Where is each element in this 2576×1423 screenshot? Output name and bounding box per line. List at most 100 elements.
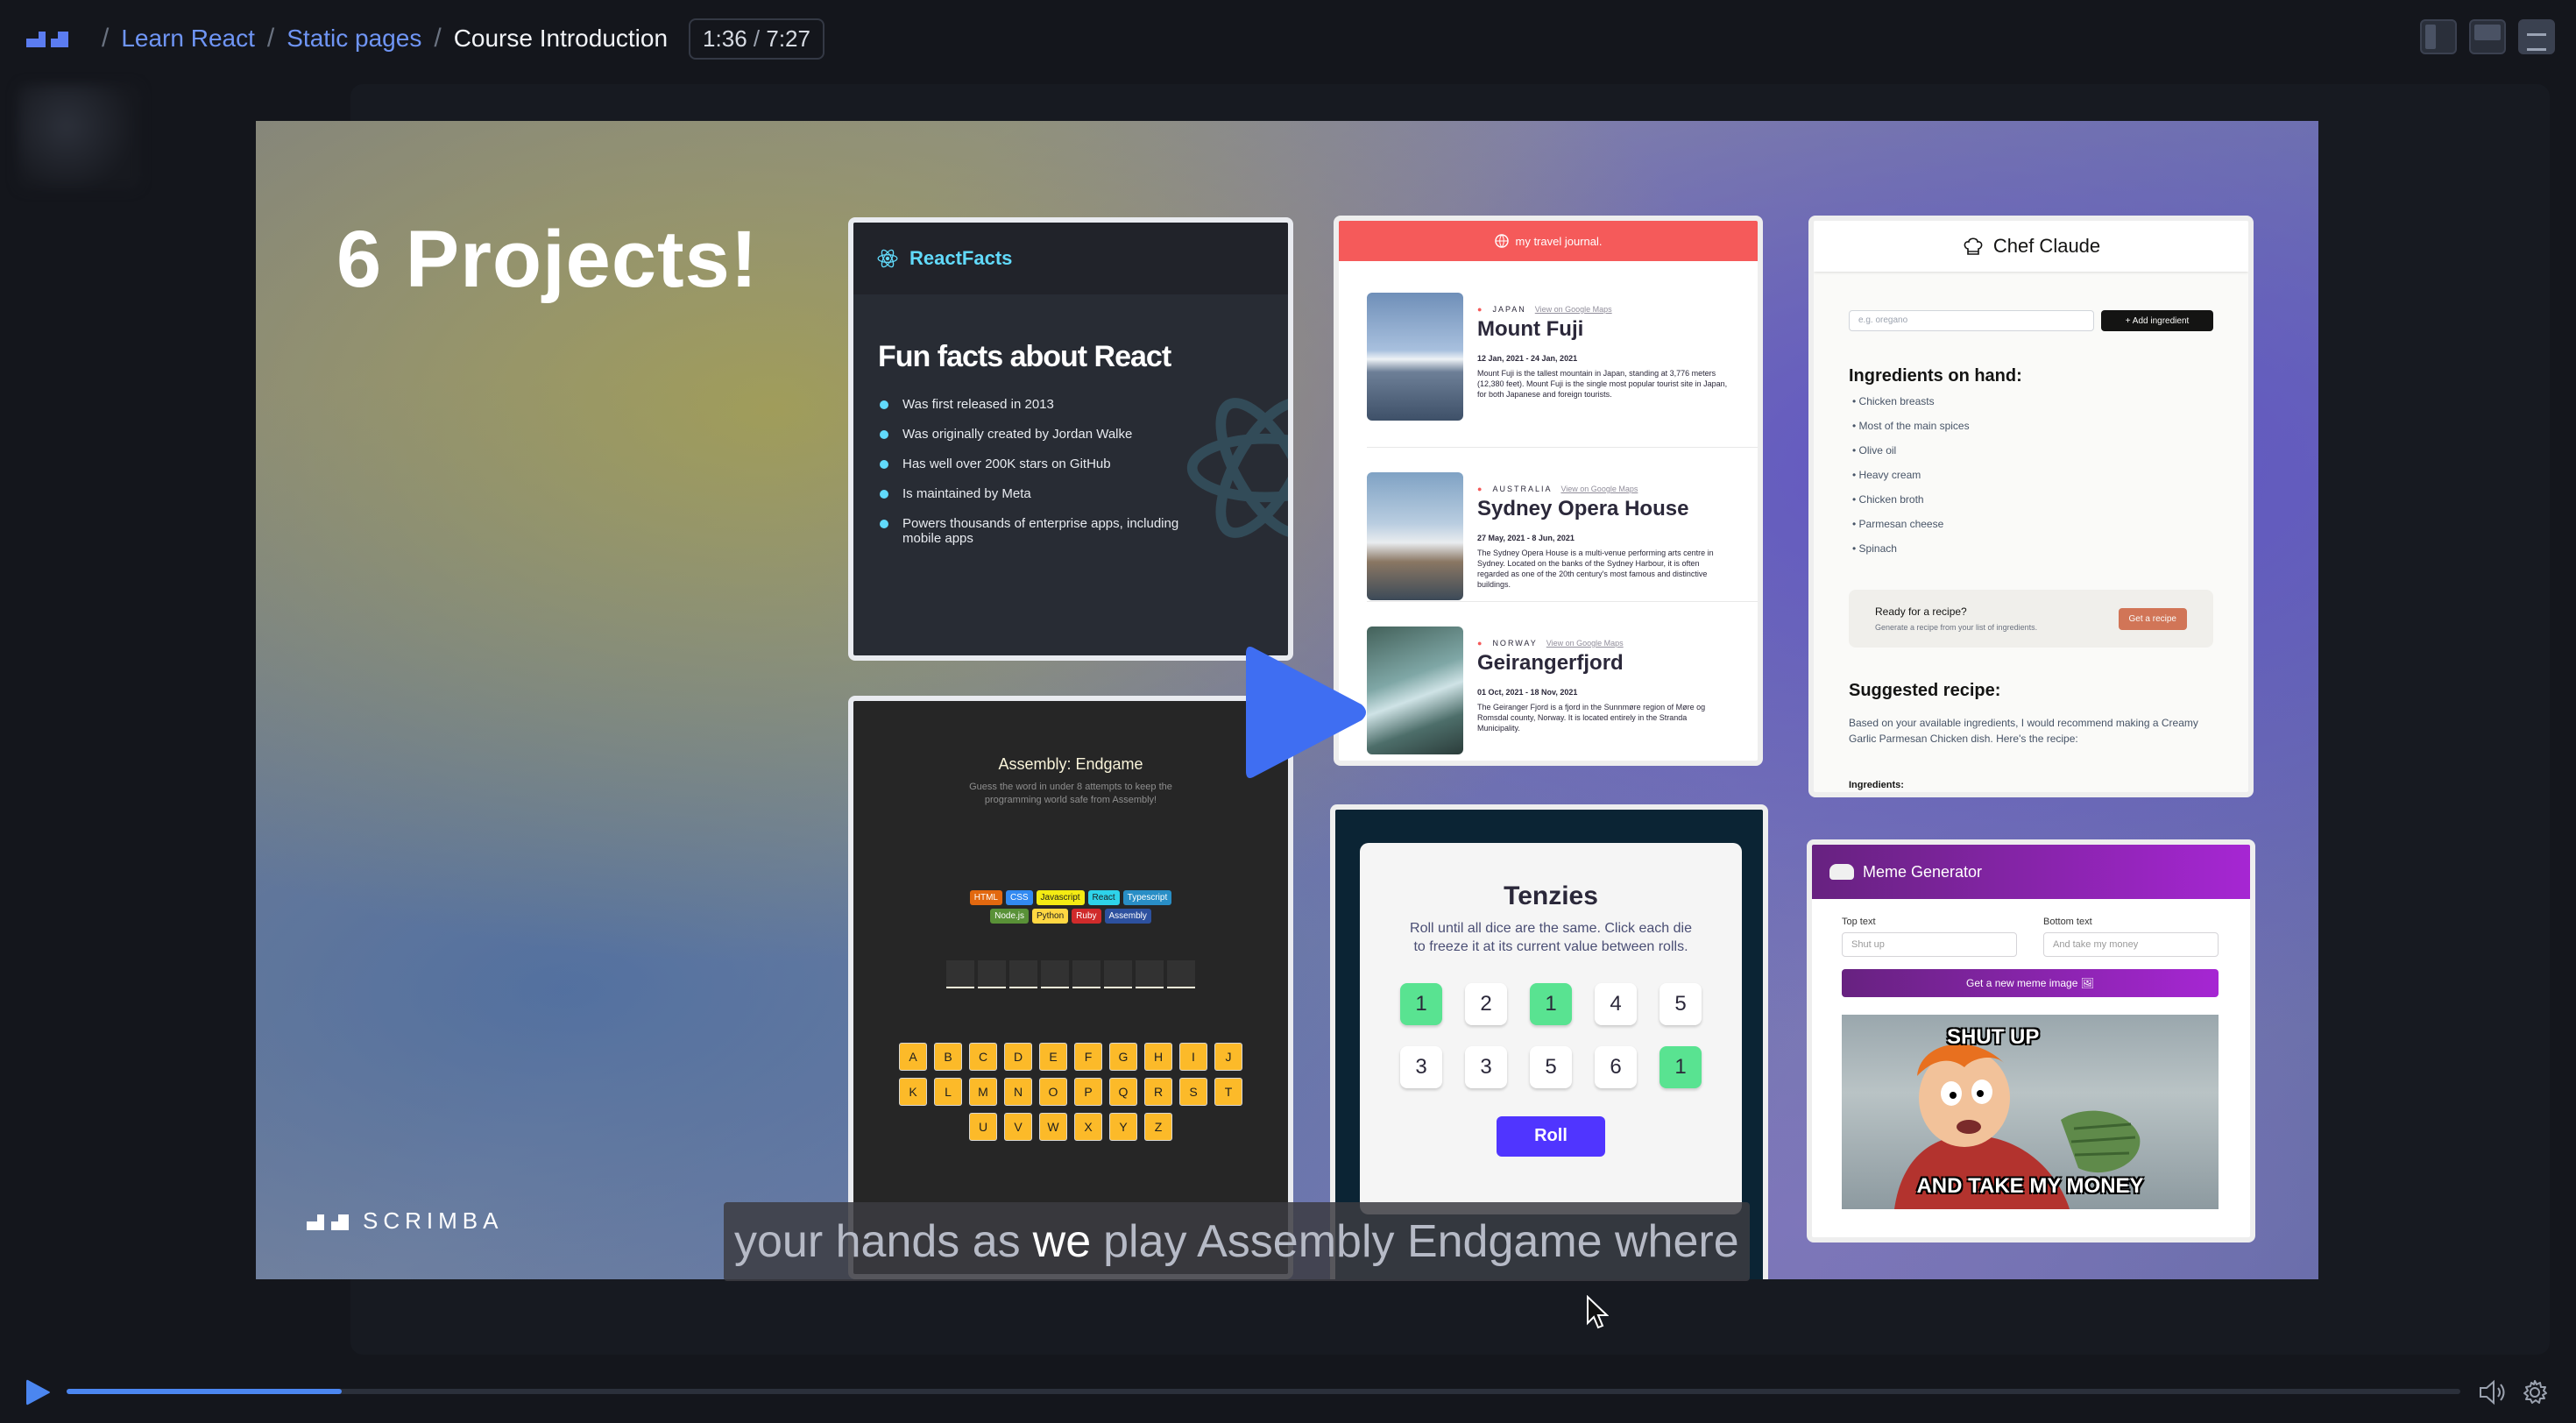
volume-icon[interactable] — [2478, 1379, 2508, 1405]
globe-icon — [1494, 234, 1509, 248]
troll-face-icon — [1829, 864, 1854, 880]
ingredient-text: Olive oil — [1858, 444, 1897, 457]
gear-icon[interactable] — [2522, 1379, 2548, 1405]
maps-link[interactable]: View on Google Maps — [1535, 305, 1612, 314]
keyboard-key[interactable]: D — [1004, 1042, 1032, 1071]
language-chip: Assembly — [1104, 908, 1151, 924]
assembly-endgame-card: Assembly: Endgame Guess the word in unde… — [848, 696, 1293, 1279]
fact-text: Was originally created by Jordan Walke — [902, 427, 1133, 442]
breadcrumb-learn-react[interactable]: Learn React — [121, 25, 255, 53]
keyboard-key[interactable]: L — [934, 1077, 962, 1106]
keyboard-key[interactable]: M — [969, 1077, 997, 1106]
die[interactable]: 3 — [1400, 1045, 1442, 1088]
travel-entry: ● JAPAN View on Google Maps Mount Fuji 1… — [1367, 293, 1758, 422]
die[interactable]: 6 — [1595, 1045, 1637, 1088]
word-slots — [853, 959, 1288, 988]
keyboard-key[interactable]: W — [1039, 1112, 1067, 1141]
keyboard-key[interactable]: E — [1039, 1042, 1067, 1071]
keyboard-key[interactable]: T — [1214, 1077, 1242, 1106]
keyboard-key[interactable]: C — [969, 1042, 997, 1071]
die[interactable]: 2 — [1465, 982, 1507, 1025]
language-chip: Node.js — [990, 908, 1030, 924]
keyboard-key[interactable]: F — [1074, 1042, 1102, 1071]
breadcrumb-static-pages[interactable]: Static pages — [287, 25, 421, 53]
progress-track[interactable] — [67, 1389, 2460, 1394]
bottom-text-input[interactable]: And take my money — [2043, 932, 2219, 957]
ingredient-text: Most of the main spices — [1858, 420, 1970, 432]
keyboard-key[interactable]: U — [969, 1112, 997, 1141]
entry-description: The Sydney Opera House is a multi-venue … — [1477, 549, 1714, 590]
keyboard-key[interactable]: S — [1179, 1077, 1207, 1106]
add-ingredient-button[interactable]: + Add ingredient — [2101, 310, 2213, 331]
keyboard-key[interactable]: A — [899, 1042, 927, 1071]
keyboard-key[interactable]: P — [1074, 1077, 1102, 1106]
bullet-icon: • — [1852, 444, 1859, 457]
keyboard-key[interactable]: X — [1074, 1112, 1102, 1141]
keyboard-key[interactable]: I — [1179, 1042, 1207, 1071]
layout-split-button[interactable] — [2469, 19, 2506, 54]
maps-link[interactable]: View on Google Maps — [1560, 485, 1638, 493]
react-watermark-icon — [1186, 398, 1288, 538]
meme-generator-card: Meme Generator Top text Shut up Bottom t… — [1807, 839, 2255, 1242]
list-item: Has well over 200K stars on GitHub — [880, 457, 1213, 471]
layout-sidebar-button[interactable] — [2420, 19, 2457, 54]
keyboard-key[interactable]: V — [1004, 1112, 1032, 1141]
fact-text: Powers thousands of enterprise apps, inc… — [902, 516, 1179, 546]
ingredient-input[interactable]: e.g. oregano — [1849, 310, 2094, 331]
keyboard-key[interactable]: H — [1144, 1042, 1172, 1071]
dice-grid: 1214533561 — [1360, 982, 1742, 1088]
die[interactable]: 1 — [1400, 982, 1442, 1025]
bullet-icon — [880, 430, 888, 439]
entry-country: JAPAN — [1492, 305, 1526, 314]
reactfacts-heading: Fun facts about React — [878, 340, 1171, 373]
keyboard-key[interactable]: O — [1039, 1077, 1067, 1106]
die[interactable]: 1 — [1530, 982, 1572, 1025]
caption-text: play Assembly Endgame where — [1103, 1216, 1739, 1267]
meme-title: Meme Generator — [1863, 862, 1983, 881]
maps-link[interactable]: View on Google Maps — [1546, 639, 1624, 648]
play-overlay-icon[interactable] — [1242, 640, 1370, 785]
keyboard-key[interactable]: G — [1109, 1042, 1137, 1071]
get-recipe-button[interactable]: Get a recipe — [2118, 607, 2187, 630]
keyboard-key[interactable]: R — [1144, 1077, 1172, 1106]
top-bar: / Learn React / Static pages / Course In… — [0, 0, 2576, 77]
slide-title: 6 Projects! — [336, 215, 759, 304]
die[interactable]: 4 — [1595, 982, 1637, 1025]
ingredients-list: • Chicken breasts • Most of the main spic… — [1852, 395, 2248, 567]
bullet-icon: • — [1852, 469, 1859, 481]
keyboard-key[interactable]: K — [899, 1077, 927, 1106]
die[interactable]: 1 — [1660, 1045, 1702, 1088]
scrimba-logo-icon[interactable] — [26, 28, 68, 49]
list-item: • Olive oil — [1852, 444, 2248, 469]
list-item: • Heavy cream — [1852, 469, 2248, 493]
breadcrumb-separator: / — [266, 24, 275, 53]
layout-menu-button[interactable] — [2518, 19, 2555, 54]
keyboard-key[interactable]: J — [1214, 1042, 1242, 1071]
react-logo-icon — [877, 249, 898, 268]
location-row: ● AUSTRALIA View on Google Maps — [1477, 485, 1728, 493]
keyboard-key[interactable]: Z — [1144, 1112, 1172, 1141]
keyboard-key[interactable]: N — [1004, 1077, 1032, 1106]
travel-journal-card: my travel journal. ● JAPAN View on Googl… — [1334, 216, 1763, 766]
keyboard-key[interactable]: B — [934, 1042, 962, 1071]
play-icon[interactable] — [25, 1377, 51, 1407]
layout-switcher — [2420, 19, 2555, 54]
keyboard-key[interactable]: Q — [1109, 1077, 1137, 1106]
meme-form: Top text Shut up Bottom text And take my… — [1842, 917, 2250, 957]
letter-slot — [946, 959, 974, 988]
die[interactable]: 5 — [1530, 1045, 1572, 1088]
die[interactable]: 5 — [1660, 982, 1702, 1025]
roll-button[interactable]: Roll — [1497, 1115, 1605, 1157]
top-text-input[interactable]: Shut up — [1842, 932, 2017, 957]
ingredient-text: Chicken broth — [1858, 493, 1924, 506]
letter-slot — [978, 959, 1006, 988]
new-meme-button[interactable]: Get a new meme image 🖼 — [1842, 969, 2219, 997]
suggested-text: Based on your available ingredients, I w… — [1849, 717, 2198, 745]
language-chip: HTML — [969, 889, 1002, 905]
die[interactable]: 3 — [1465, 1045, 1507, 1088]
chef-header: Chef Claude — [1814, 221, 2248, 272]
bullet-icon: • — [1852, 395, 1859, 407]
get-recipe-panel: Ready for a recipe? Generate a recipe fr… — [1849, 590, 2213, 648]
language-chip: Typescript — [1122, 889, 1172, 905]
keyboard-key[interactable]: Y — [1109, 1112, 1137, 1141]
